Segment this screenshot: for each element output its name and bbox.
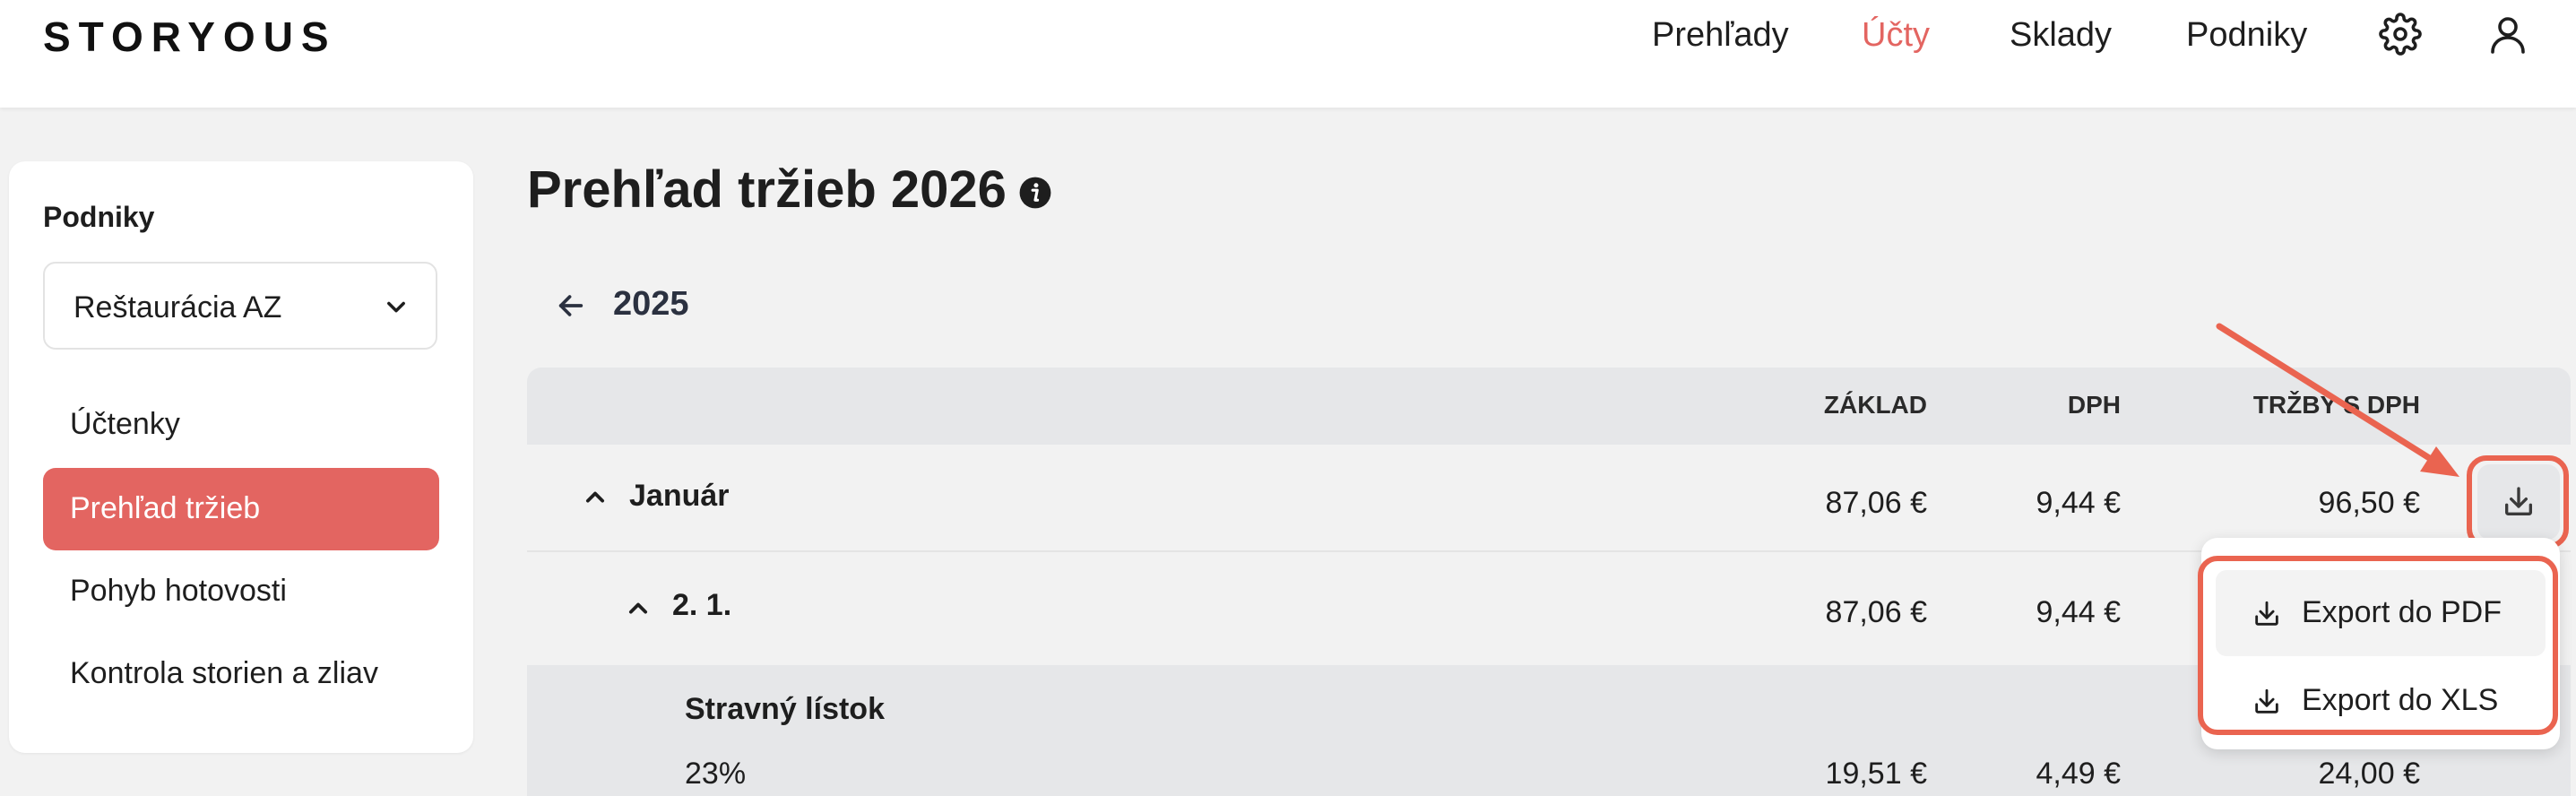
download-button-highlight: [2467, 455, 2569, 549]
top-navigation-bar: STORYOUS Prehľady Účty Sklady Podniky: [0, 0, 2576, 108]
arrow-left-icon: [558, 295, 583, 316]
chevron-up-icon[interactable]: [583, 484, 608, 509]
info-icon[interactable]: [1018, 176, 1052, 210]
chevron-down-icon: [387, 301, 405, 313]
cell-zaklad: 19,51 €: [1825, 757, 1927, 791]
gear-icon[interactable]: [2379, 13, 2422, 56]
venue-select[interactable]: Reštaurácia AZ: [43, 262, 437, 350]
sidebar-item-kontrola-storien[interactable]: Kontrola storien a zliav: [43, 633, 439, 715]
table-header: ZÁKLAD DPH TRŽBY S DPH: [527, 368, 2571, 445]
table-row-month[interactable]: Január 87,06 € 9,44 € 96,50 €: [527, 445, 2571, 552]
cell-dph: 9,44 €: [2036, 486, 2121, 520]
cell-zaklad: 87,06 €: [1825, 595, 1927, 629]
sidebar-item-prehlad-trzieb[interactable]: Prehľad tržieb: [43, 468, 439, 550]
sidebar-item-pohyb-hotovosti[interactable]: Pohyb hotovosti: [43, 550, 439, 633]
sidebar-heading: Podniky: [43, 201, 155, 233]
export-menu-highlight: [2198, 556, 2558, 735]
sidebar-item-label: Pohyb hotovosti: [70, 574, 287, 608]
header-dph: DPH: [2067, 391, 2121, 419]
sidebar-item-uctenky[interactable]: Účtenky: [43, 384, 439, 466]
header-zaklad: ZÁKLAD: [1823, 391, 1927, 419]
row-label: 2. 1.: [672, 588, 732, 622]
sidebar-item-label: Prehľad tržieb: [70, 491, 261, 525]
payment-type-label: Stravný lístok: [685, 692, 885, 726]
cell-trzby: 24,00 €: [2318, 757, 2420, 791]
page-title: Prehľad tržieb 2026: [527, 160, 1007, 219]
sidebar-item-label: Kontrola storien a zliav: [70, 656, 378, 690]
previous-year-label: 2025: [613, 285, 689, 323]
header-trzby-s-dph: TRŽBY S DPH: [2252, 391, 2420, 419]
sidebar: Podniky Reštaurácia AZ Účtenky Prehľad t…: [9, 161, 473, 753]
sidebar-item-label: Účtenky: [70, 407, 180, 441]
storyous-logo[interactable]: STORYOUS: [43, 13, 337, 61]
cell-dph: 9,44 €: [2036, 595, 2121, 629]
nav-sklady[interactable]: Sklady: [2010, 16, 2112, 55]
cell-zaklad: 87,06 €: [1825, 486, 1927, 520]
cell-trzby: 96,50 €: [2318, 486, 2420, 520]
venue-select-value: Reštaurácia AZ: [73, 290, 282, 324]
user-icon[interactable]: [2486, 13, 2529, 56]
nav-podniky[interactable]: Podniky: [2186, 16, 2307, 55]
chevron-up-icon[interactable]: [626, 595, 651, 620]
cell-dph: 4,49 €: [2036, 757, 2121, 791]
nav-ucty[interactable]: Účty: [1862, 16, 1930, 55]
row-label: Január: [629, 479, 730, 513]
vat-rate-label: 23%: [685, 757, 747, 791]
nav-prehlady[interactable]: Prehľady: [1652, 16, 1789, 55]
